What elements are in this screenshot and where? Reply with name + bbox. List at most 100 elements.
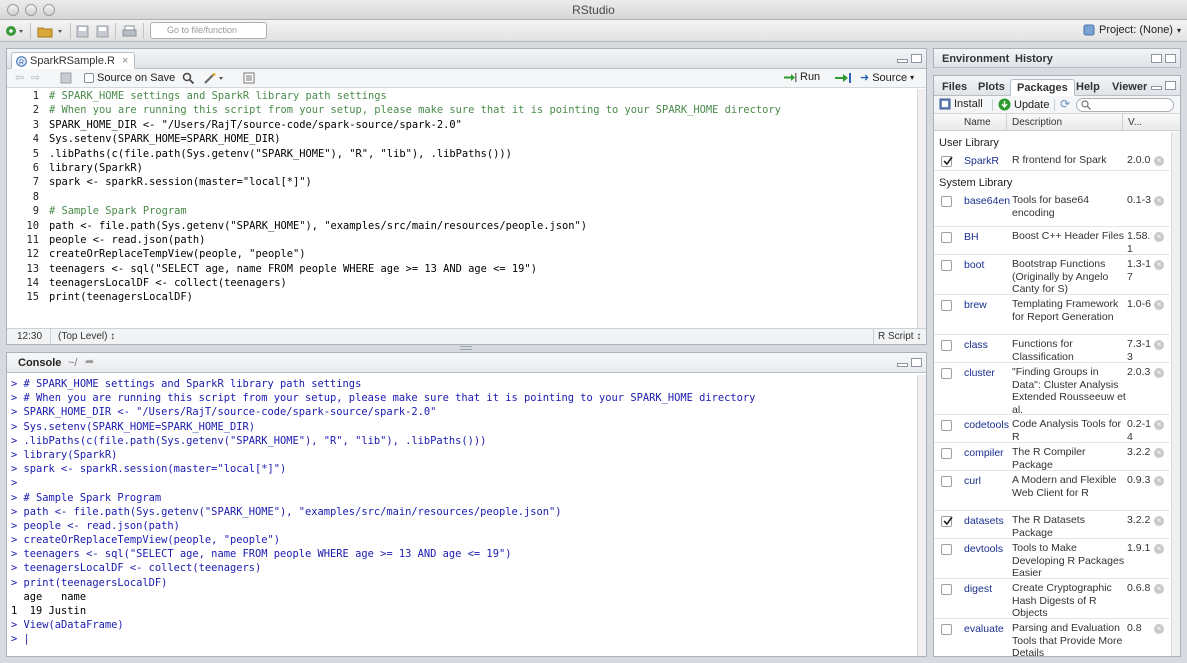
goto-file-function-input[interactable]: Go to file/function <box>150 22 267 39</box>
column-description[interactable]: Description <box>1012 117 1062 128</box>
outline-icon[interactable] <box>243 72 255 84</box>
code-line[interactable]: 11 people <- read.json(path) <box>7 233 926 247</box>
package-load-checkbox[interactable] <box>941 624 952 635</box>
code-line[interactable]: 8 <box>7 190 926 204</box>
package-name-link[interactable]: brew <box>964 299 1010 311</box>
code-line[interactable]: 1 # SPARK_HOME settings and SparkR librar… <box>7 89 926 103</box>
package-name-link[interactable]: datasets <box>964 515 1010 527</box>
back-icon[interactable]: ⇦ <box>15 71 24 84</box>
editor-save-icon[interactable] <box>60 72 72 84</box>
source-on-save-checkbox[interactable] <box>84 73 94 83</box>
tab-help[interactable]: Help <box>1070 79 1106 96</box>
package-name-link[interactable]: digest <box>964 583 1010 595</box>
package-load-checkbox[interactable] <box>941 448 952 459</box>
restore-pane-button[interactable] <box>1151 54 1162 63</box>
tab-environment[interactable]: Environment <box>936 51 1015 68</box>
code-line[interactable]: 7 spark <- sparkR.session(master="local[*… <box>7 175 926 189</box>
remove-package-icon[interactable]: × <box>1154 420 1164 430</box>
remove-package-icon[interactable]: × <box>1154 340 1164 350</box>
install-button[interactable]: Install <box>939 98 983 110</box>
package-load-checkbox[interactable] <box>941 516 953 527</box>
package-name-link[interactable]: codetools <box>964 419 1010 431</box>
remove-package-icon[interactable]: × <box>1154 624 1164 634</box>
tab-sparkrsample[interactable]: R SparkRSample.R × <box>11 52 136 69</box>
code-line[interactable]: 6 library(SparkR) <box>7 161 926 175</box>
package-name-link[interactable]: SparkR <box>964 155 1010 167</box>
remove-package-icon[interactable]: × <box>1154 476 1164 486</box>
package-name-link[interactable]: cluster <box>964 367 1010 379</box>
package-load-checkbox[interactable] <box>941 368 952 379</box>
console-output[interactable]: > # SPARK_HOME settings and SparkR libra… <box>7 374 926 656</box>
remove-package-icon[interactable]: × <box>1154 516 1164 526</box>
package-name-link[interactable]: boot <box>964 259 1010 271</box>
forward-icon[interactable]: ⇨ <box>31 71 40 84</box>
maximize-pane-button[interactable] <box>1165 54 1176 63</box>
print-button[interactable] <box>120 23 138 39</box>
remove-package-icon[interactable]: × <box>1154 544 1164 554</box>
package-load-checkbox[interactable] <box>941 300 952 311</box>
remove-package-icon[interactable]: × <box>1154 156 1164 166</box>
package-name-link[interactable]: devtools <box>964 543 1010 555</box>
package-load-checkbox[interactable] <box>941 420 952 431</box>
remove-package-icon[interactable]: × <box>1154 584 1164 594</box>
refresh-icon[interactable]: ⟳ <box>1060 97 1070 111</box>
package-name-link[interactable]: base64enc <box>964 195 1010 207</box>
code-tools-icon[interactable] <box>203 72 225 85</box>
console-scrollbar[interactable] <box>917 375 926 656</box>
package-load-checkbox[interactable] <box>941 544 952 555</box>
tab-history[interactable]: History <box>1009 51 1059 68</box>
package-name-link[interactable]: class <box>964 339 1010 351</box>
code-line[interactable]: 13 teenagers <- sql("SELECT age, name FRO… <box>7 262 926 276</box>
source-button[interactable]: ➜ Source ▾ <box>860 71 914 85</box>
code-line[interactable]: 10 path <- file.path(Sys.getenv("SPARK_HO… <box>7 219 926 233</box>
minimize-pane-button[interactable] <box>897 59 908 63</box>
package-load-checkbox[interactable] <box>941 340 952 351</box>
open-file-button[interactable] <box>35 23 65 39</box>
remove-package-icon[interactable]: × <box>1154 260 1164 270</box>
save-button[interactable] <box>74 23 90 39</box>
pane-splitter[interactable] <box>460 346 472 350</box>
code-line[interactable]: 4 Sys.setenv(SPARK_HOME=SPARK_HOME_DIR) <box>7 132 926 146</box>
minimize-console-button[interactable] <box>897 363 908 367</box>
close-tab-icon[interactable]: × <box>122 55 128 67</box>
editor-scrollbar[interactable] <box>917 89 926 329</box>
code-line[interactable]: 5 .libPaths(c(file.path(Sys.getenv("SPARK… <box>7 147 926 161</box>
scope-selector[interactable]: (Top Level) ↕ <box>58 331 115 342</box>
package-name-link[interactable]: evaluate <box>964 623 1010 635</box>
remove-package-icon[interactable]: × <box>1154 232 1164 242</box>
maximize-console-button[interactable] <box>911 358 922 367</box>
remove-package-icon[interactable]: × <box>1154 300 1164 310</box>
update-button[interactable]: Update <box>998 98 1049 111</box>
package-load-checkbox[interactable] <box>941 196 952 207</box>
column-name[interactable]: Name <box>964 117 991 128</box>
minimize-pane-button[interactable] <box>1151 86 1162 90</box>
save-all-button[interactable] <box>94 23 110 39</box>
code-line[interactable]: 15 print(teenagersLocalDF) <box>7 290 926 304</box>
package-load-checkbox[interactable] <box>941 476 952 487</box>
file-type-selector[interactable]: R Script ↕ <box>878 331 921 342</box>
new-file-button[interactable] <box>4 23 26 39</box>
package-load-checkbox[interactable] <box>941 260 952 271</box>
tab-plots[interactable]: Plots <box>972 79 1011 96</box>
packages-scrollbar[interactable] <box>1171 132 1180 656</box>
run-button[interactable]: Run <box>783 71 820 83</box>
package-name-link[interactable]: compiler <box>964 447 1010 459</box>
code-line[interactable]: 9 # Sample Spark Program <box>7 204 926 218</box>
package-load-checkbox[interactable] <box>941 156 953 167</box>
maximize-pane-button[interactable] <box>911 54 922 63</box>
code-line[interactable]: 3 SPARK_HOME_DIR <- "/Users/RajT/source-c… <box>7 118 926 132</box>
tab-packages[interactable]: Packages <box>1010 79 1075 96</box>
goto-directory-icon[interactable]: ➦ <box>85 355 94 368</box>
search-icon[interactable] <box>182 72 195 85</box>
code-line[interactable]: 12 createOrReplaceTempView(people, "peopl… <box>7 247 926 261</box>
rerun-icon[interactable] <box>834 72 852 84</box>
remove-package-icon[interactable]: × <box>1154 448 1164 458</box>
column-version[interactable]: V... <box>1128 117 1142 128</box>
package-name-link[interactable]: curl <box>964 475 1010 487</box>
package-load-checkbox[interactable] <box>941 232 952 243</box>
package-load-checkbox[interactable] <box>941 584 952 595</box>
remove-package-icon[interactable]: × <box>1154 196 1164 206</box>
package-search-input[interactable] <box>1076 98 1174 112</box>
code-line[interactable]: 2 # When you are running this script from… <box>7 103 926 117</box>
project-menu[interactable]: Project: (None) ▾ <box>1083 24 1181 36</box>
